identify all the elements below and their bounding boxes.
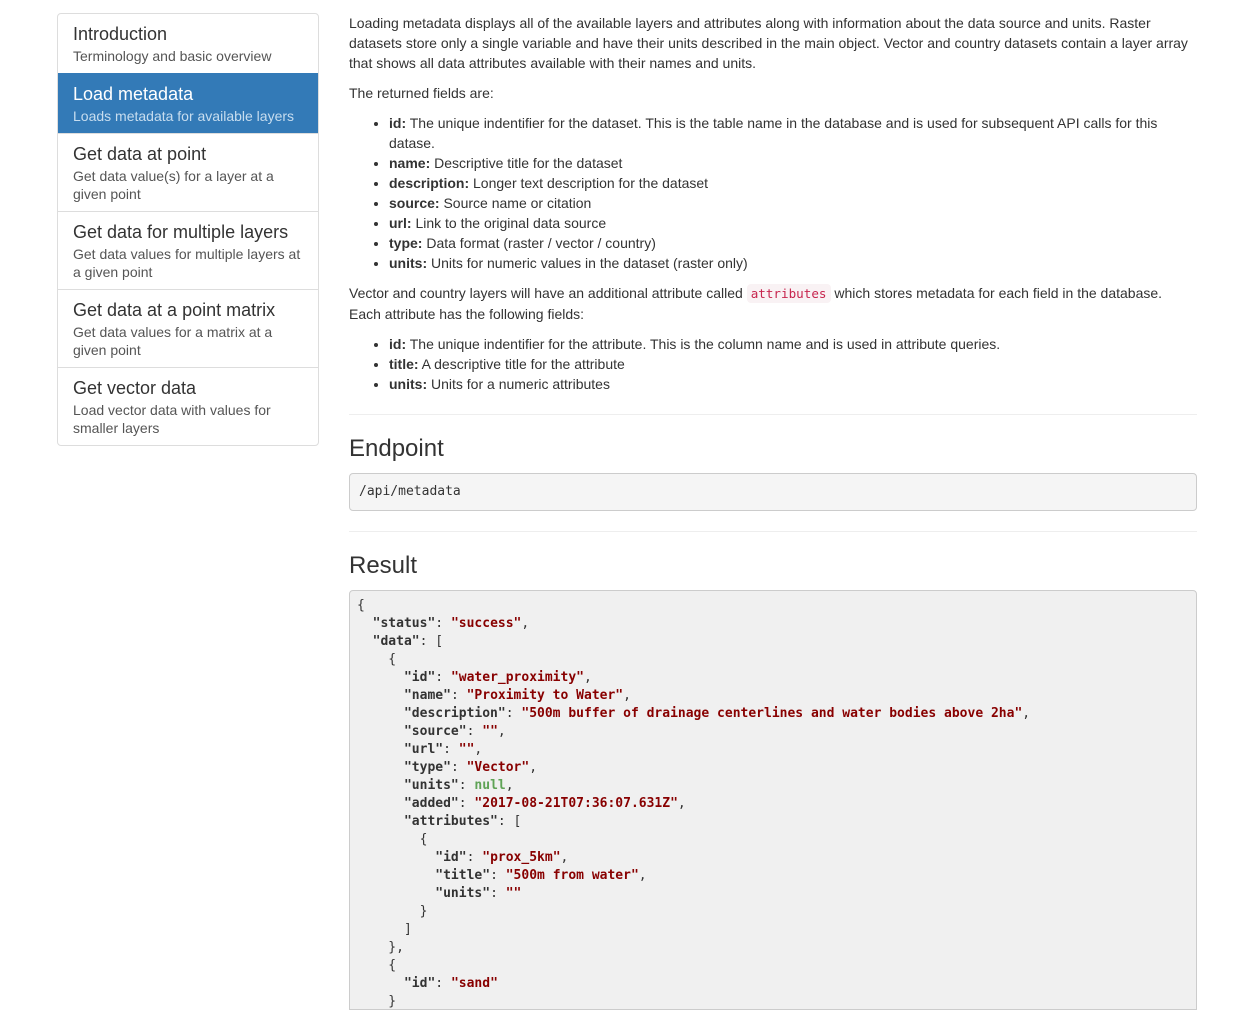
field-desc: A descriptive title for the attribute: [418, 356, 625, 372]
sidebar-item-get-data-multiple-layers[interactable]: Get data for multiple layers Get data va…: [58, 211, 318, 289]
attr-fields-list: id: The unique indentifier for the attri…: [349, 334, 1197, 394]
field-name: units:: [389, 255, 428, 271]
list-item: source: Source name or citation: [389, 193, 1197, 213]
list-item: id: The unique indentifier for the datas…: [389, 113, 1197, 153]
nav-desc: Loads metadata for available layers: [73, 108, 295, 124]
nav-desc: Terminology and basic overview: [73, 48, 272, 64]
field-name: type:: [389, 235, 423, 251]
sidebar-item-get-vector-data[interactable]: Get vector data Load vector data with va…: [58, 367, 318, 445]
field-desc: Link to the original data source: [411, 215, 607, 231]
endpoint-code-block[interactable]: /api/metadata: [349, 473, 1197, 511]
vector-intro-paragraph: Vector and country layers will have an a…: [349, 283, 1197, 324]
sidebar-item-introduction[interactable]: Introduction Terminology and basic overv…: [58, 14, 318, 73]
nav-desc: Get data values for a matrix at a given …: [73, 324, 273, 358]
nav-title: Get data at point: [73, 144, 207, 164]
attributes-code: attributes: [746, 284, 831, 303]
list-item: type: Data format (raster / vector / cou…: [389, 233, 1197, 253]
field-desc: Units for a numeric attributes: [427, 376, 610, 392]
field-desc: Descriptive title for the dataset: [430, 155, 623, 171]
divider: [349, 414, 1197, 415]
list-item: title: A descriptive title for the attri…: [389, 354, 1197, 374]
nav-desc: Get data value(s) for a layer at a given…: [73, 168, 274, 202]
field-desc: Data format (raster / vector / country): [422, 235, 656, 251]
field-name: units:: [389, 376, 428, 392]
result-code-block[interactable]: { "status": "success", "data": [ { "id":…: [349, 590, 1197, 1010]
intro-paragraph: Loading metadata displays all of the ava…: [349, 15, 1188, 71]
nav-title: Load metadata: [73, 84, 194, 104]
field-name: id:: [389, 115, 407, 131]
field-name: url:: [389, 215, 412, 231]
fields-list: id: The unique indentifier for the datas…: [349, 113, 1197, 273]
nav-title: Introduction: [73, 24, 168, 44]
field-name: name:: [389, 155, 431, 171]
nav-title: Get vector data: [73, 378, 197, 398]
nav-desc: Load vector data with values for smaller…: [73, 402, 271, 436]
nav-title: Get data for multiple layers: [73, 222, 289, 242]
field-name: source:: [389, 195, 440, 211]
sidebar-item-get-data-point-matrix[interactable]: Get data at a point matrix Get data valu…: [58, 289, 318, 367]
field-desc: Source name or citation: [439, 195, 592, 211]
fields-intro: The returned fields are:: [349, 85, 494, 101]
list-item: id: The unique indentifier for the attri…: [389, 334, 1197, 354]
field-desc: Longer text description for the dataset: [469, 175, 709, 191]
sidebar-nav: Introduction Terminology and basic overv…: [57, 13, 319, 446]
field-desc: The unique indentifier for the attribute…: [406, 336, 1001, 352]
vector-intro-text: Vector and country layers will have an a…: [349, 285, 747, 301]
result-heading: Result: [349, 552, 418, 579]
field-desc: Units for numeric values in the dataset …: [427, 255, 748, 271]
main-content: Loading metadata displays all of the ava…: [349, 13, 1197, 1010]
list-item: url: Link to the original data source: [389, 213, 1197, 233]
sidebar-item-load-metadata[interactable]: Load metadata Loads metadata for availab…: [58, 73, 318, 133]
list-item: name: Descriptive title for the dataset: [389, 153, 1197, 173]
field-name: description:: [389, 175, 470, 191]
list-item: description: Longer text description for…: [389, 173, 1197, 193]
field-name: id:: [389, 336, 407, 352]
endpoint-heading: Endpoint: [349, 435, 444, 462]
nav-title: Get data at a point matrix: [73, 300, 276, 320]
divider: [349, 531, 1197, 532]
field-name: title:: [389, 356, 419, 372]
field-desc: The unique indentifier for the dataset. …: [389, 115, 1158, 151]
sidebar-item-get-data-at-point[interactable]: Get data at point Get data value(s) for …: [58, 133, 318, 211]
list-item: units: Units for a numeric attributes: [389, 374, 1197, 394]
list-item: units: Units for numeric values in the d…: [389, 253, 1197, 273]
nav-desc: Get data values for multiple layers at a…: [73, 246, 301, 280]
